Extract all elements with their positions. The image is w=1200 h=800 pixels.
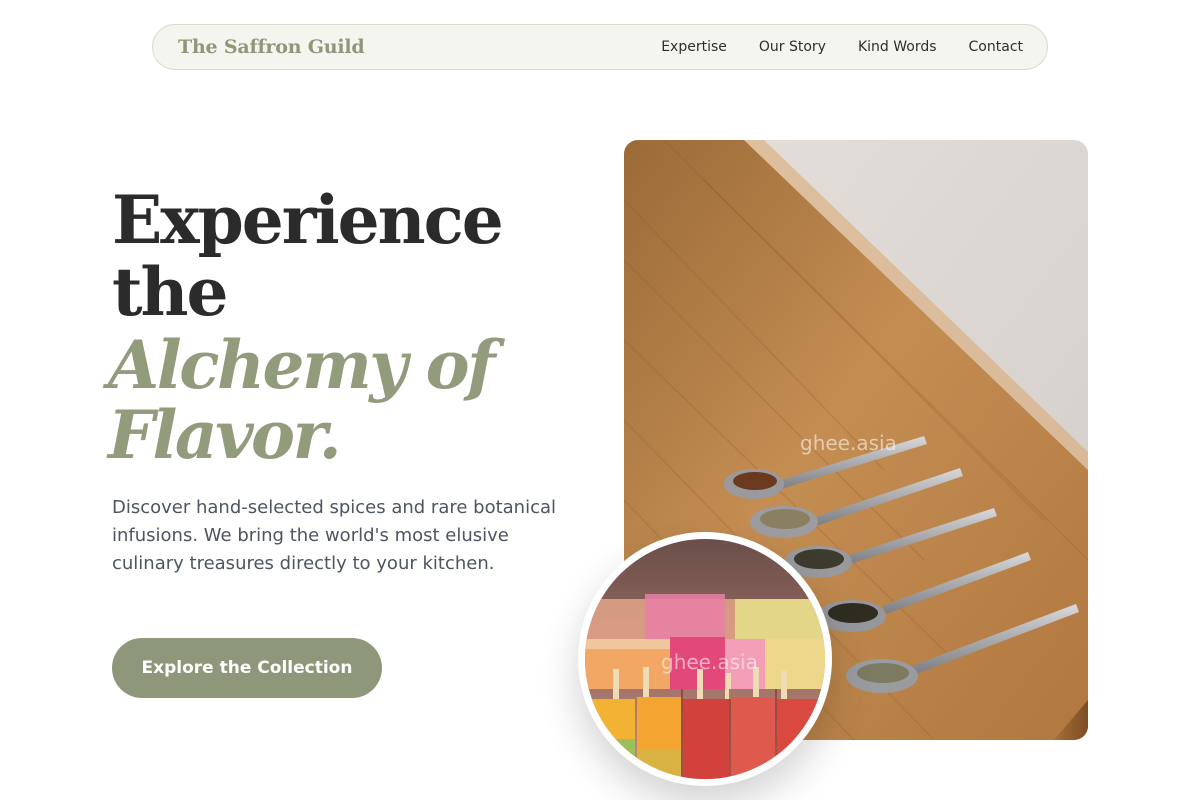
hero-accent-line-1: Alchemy of: [108, 326, 496, 404]
explore-collection-button[interactable]: Explore the Collection: [112, 638, 382, 698]
circle-image-watermark: ghee.asia: [661, 650, 758, 674]
nav-link-kind-words[interactable]: Kind Words: [858, 39, 937, 55]
nav-link-our-story[interactable]: Our Story: [759, 39, 826, 55]
hero-title-line-1: Experience: [112, 181, 504, 259]
hero-accent-title: Alchemy of Flavor.: [108, 326, 496, 474]
nav-link-expertise[interactable]: Expertise: [661, 39, 727, 55]
top-nav: The Saffron Guild Expertise Our Story Ki…: [152, 24, 1048, 70]
hero-description: Discover hand-selected spices and rare b…: [112, 497, 557, 574]
nav-links: Expertise Our Story Kind Words Contact: [661, 39, 1023, 55]
nav-link-contact[interactable]: Contact: [969, 39, 1023, 55]
hero-title: Experience the: [112, 181, 504, 331]
brand-logo[interactable]: The Saffron Guild: [178, 36, 365, 58]
popsicles-photo: ghee.asia: [578, 532, 832, 786]
hero-accent-line-2: Flavor.: [108, 396, 342, 474]
main-image-watermark: ghee.asia: [800, 431, 897, 455]
popsicles-image: ghee.asia: [585, 539, 825, 779]
hero-title-line-2: the: [112, 253, 228, 331]
